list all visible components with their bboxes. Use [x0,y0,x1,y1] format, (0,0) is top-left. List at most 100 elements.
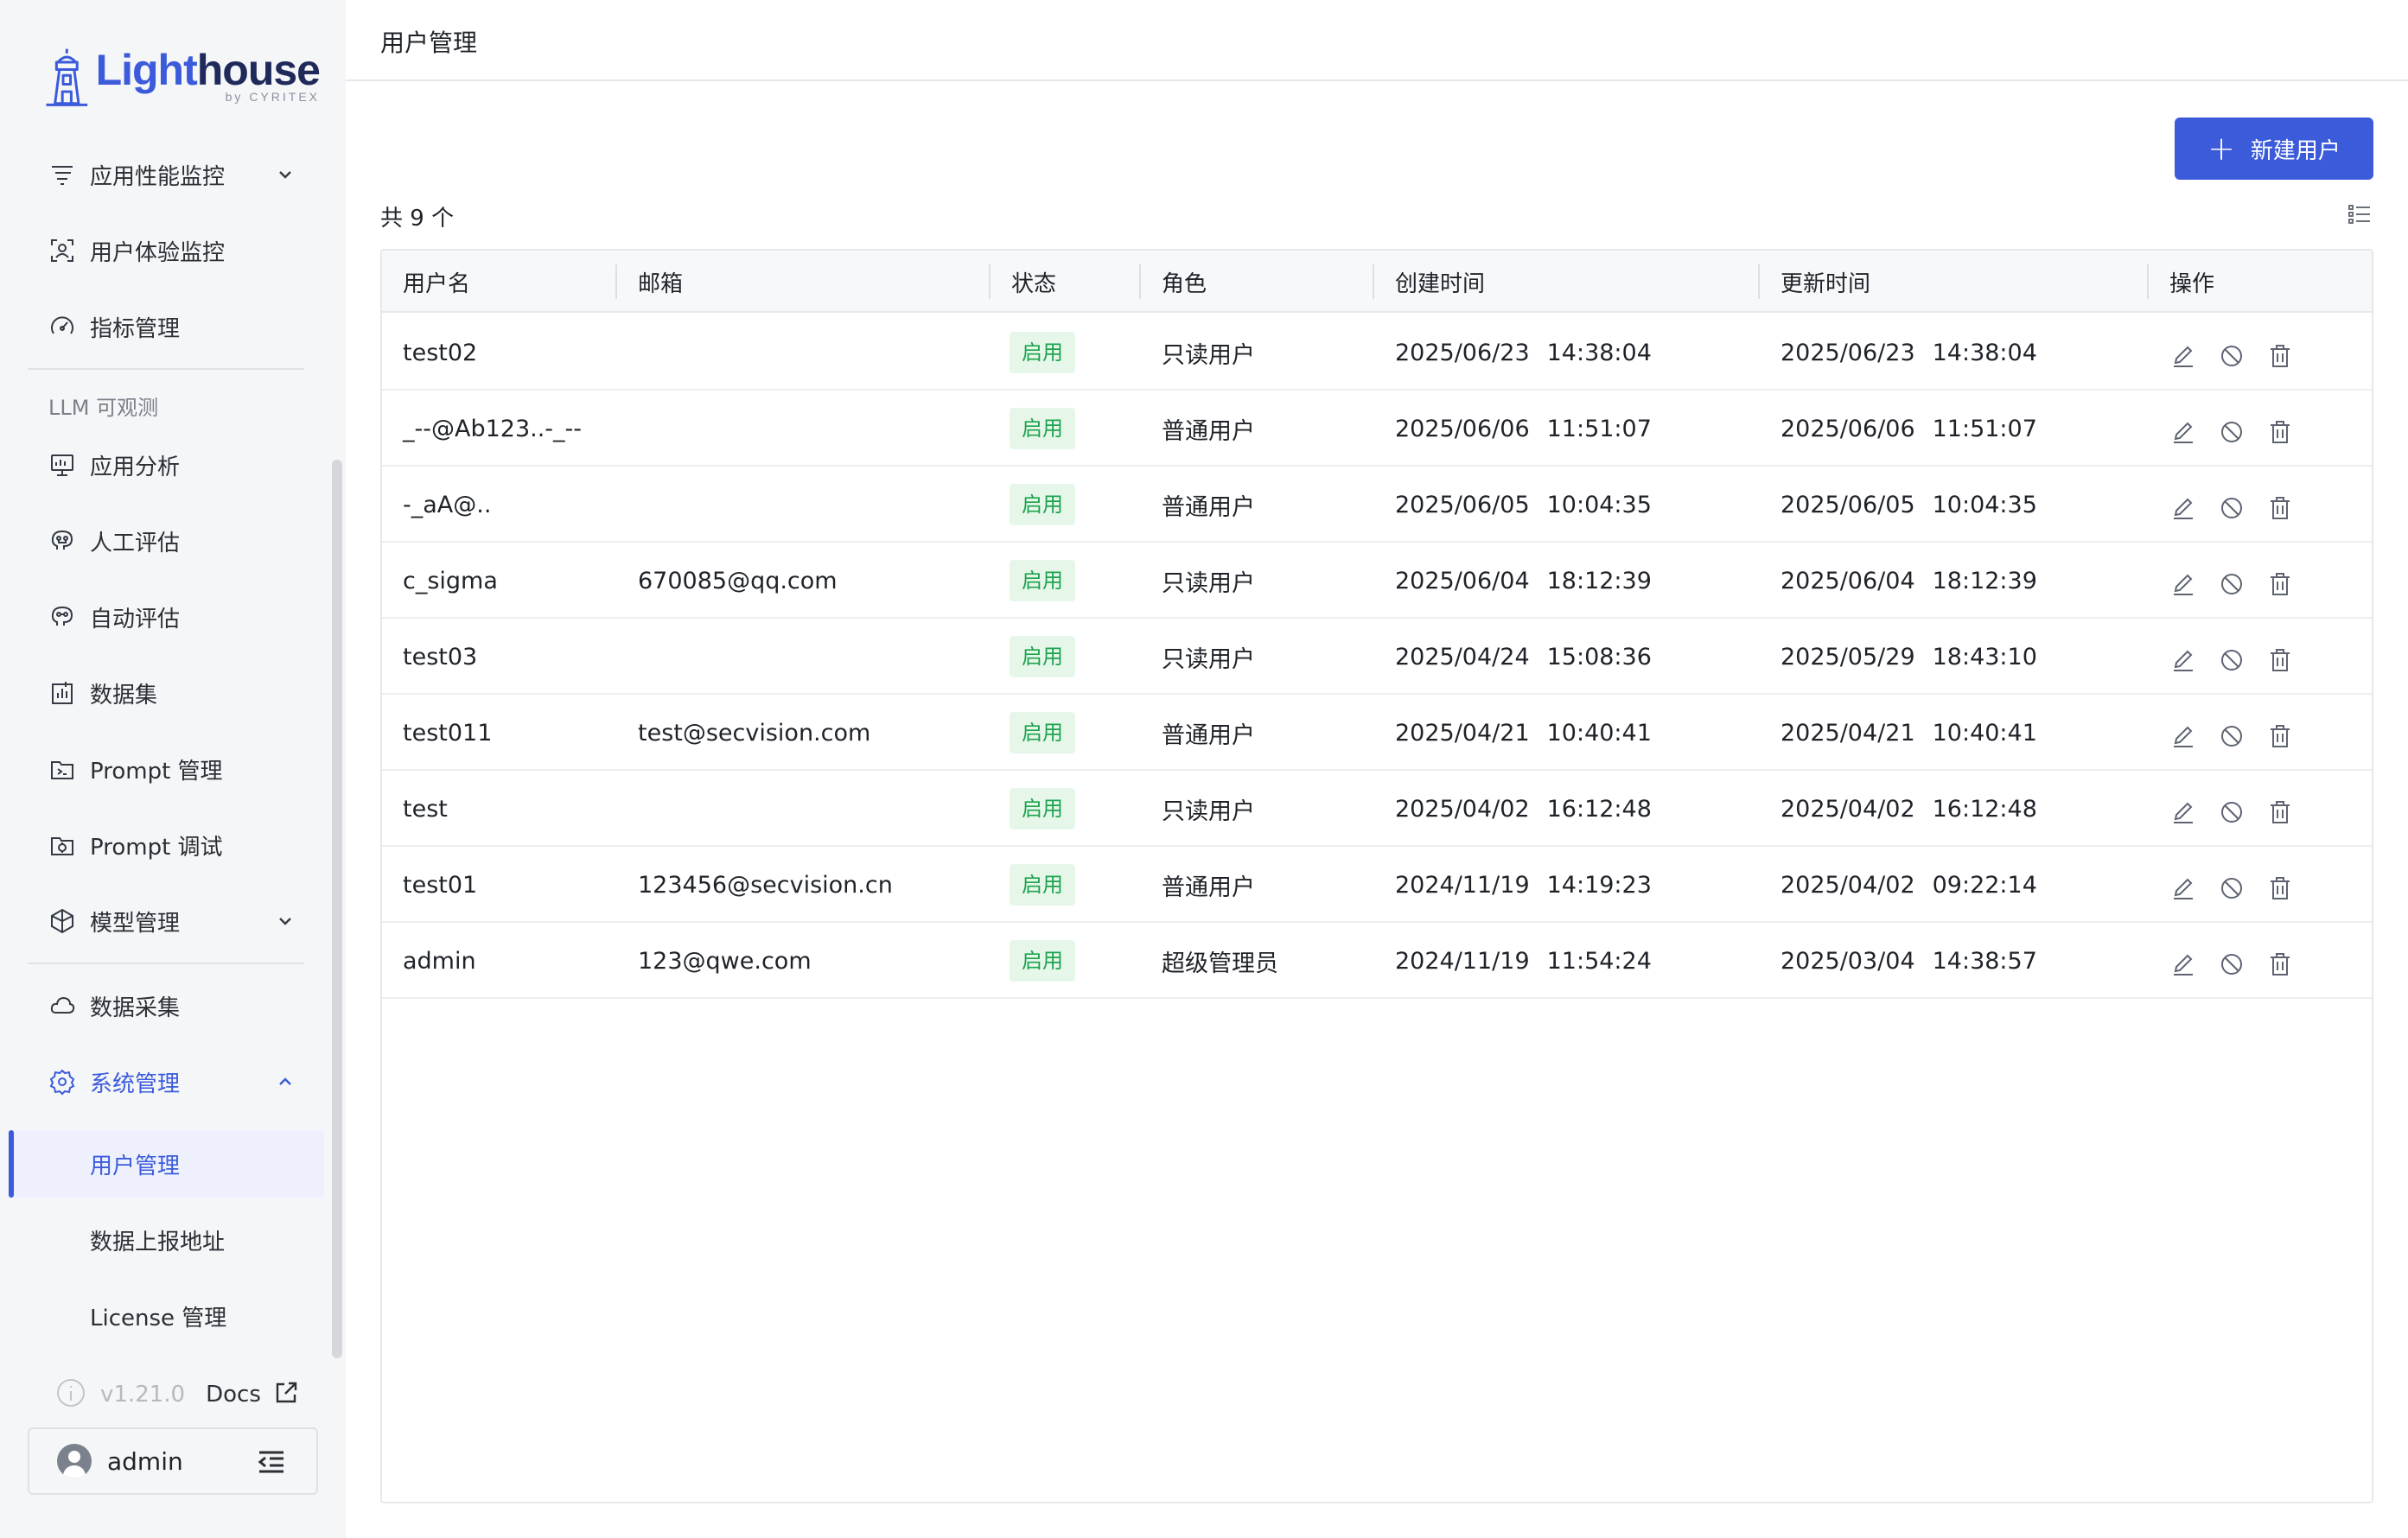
disable-icon[interactable] [2218,570,2246,598]
sidebar-item-apm[interactable]: 应用性能监控 [28,147,313,202]
column-divider [2147,264,2149,299]
column-settings-icon[interactable] [2346,200,2373,228]
sidebar-item-system-management[interactable]: 系统管理 [28,1054,313,1109]
chevron-down-icon [273,909,297,933]
trash-icon[interactable] [2266,950,2294,978]
sidebar-item-dataset[interactable]: 数据集 [28,665,313,721]
table-row: c_sigma 670085@qq.com 启用 只读用户 2025/06/04… [382,543,2372,619]
table-row: test 启用 只读用户 2025/04/02 16:12:48 2025/04… [382,771,2372,847]
column-divider [615,264,617,299]
lighthouse-logo[interactable]: Lighthouse by CYRITEX [43,40,321,114]
created-date: 2025/06/05 [1395,491,1530,518]
cell-role: 普通用户 [1162,493,1255,521]
status-badge: 启用 [1010,408,1075,449]
disable-icon[interactable] [2218,494,2246,522]
trash-icon[interactable] [2266,342,2294,370]
edit-icon[interactable] [2169,646,2197,674]
created-time: 11:54:24 [1546,947,1652,975]
cell-status: 启用 [1010,923,1075,999]
cell-actions [2169,546,2315,622]
sidebar-item-model-management[interactable]: 模型管理 [28,893,313,949]
column-header-status: 状态 [1011,270,1057,297]
edit-icon[interactable] [2169,722,2197,750]
sidebar-item-label: 应用性能监控 [90,163,226,190]
disable-icon[interactable] [2218,798,2246,826]
column-divider [1758,264,1760,299]
edit-icon[interactable] [2169,798,2197,826]
model-cube-icon [47,906,78,937]
trash-icon[interactable] [2266,874,2294,902]
sidebar-divider [28,963,304,964]
sidebar-scrollbar[interactable] [332,460,342,1358]
created-time: 11:51:07 [1546,415,1652,442]
sidebar-item-prompt-management[interactable]: Prompt 管理 [28,741,313,797]
bar-chart-icon [47,677,78,709]
cell-role: 只读用户 [1162,645,1255,673]
sidebar-subitem-user-management[interactable]: 用户管理 [9,1130,324,1198]
sidebar-item-data-collection[interactable]: 数据采集 [28,978,313,1033]
sidebar-item-label: 指标管理 [90,315,181,342]
cell-actions [2169,850,2315,926]
docs-link[interactable]: Docs [206,1382,261,1408]
created-date: 2025/06/06 [1395,415,1530,442]
status-badge: 启用 [1010,560,1075,601]
sidebar-item-prompt-debug[interactable]: Prompt 调试 [28,817,313,873]
sidebar-subitem-report-address[interactable]: 数据上报地址 [9,1206,324,1274]
chevron-up-icon [273,1070,297,1094]
created-date: 2025/04/02 [1395,795,1530,823]
monitor-icon [47,449,78,480]
trash-icon[interactable] [2266,570,2294,598]
column-header-created: 创建时间 [1395,270,1486,297]
sidebar-item-metrics[interactable]: 指标管理 [28,299,313,354]
trash-icon[interactable] [2266,494,2294,522]
updated-time: 18:12:39 [1932,567,2037,594]
sidebar-subitem-license[interactable]: License 管理 [9,1282,324,1350]
cell-created: 2024/11/19 14:19:23 [1395,847,1652,923]
column-header-actions: 操作 [2169,270,2215,297]
collapse-sidebar-icon[interactable] [256,1446,287,1481]
cell-created: 2025/04/02 16:12:48 [1395,771,1652,847]
sidebar-item-label: 人工评估 [90,530,181,556]
gear-icon [47,1066,78,1097]
disable-icon[interactable] [2218,950,2246,978]
cell-created: 2025/06/05 10:04:35 [1395,467,1652,543]
edit-icon[interactable] [2169,342,2197,370]
trash-icon[interactable] [2266,418,2294,446]
external-link-icon[interactable] [273,1380,299,1409]
created-time: 10:40:41 [1546,719,1652,747]
disable-icon[interactable] [2218,418,2246,446]
cell-username: test011 [403,719,493,747]
cell-email: 670085@qq.com [638,567,838,594]
version-row: v1.21.0 Docs [55,1374,299,1415]
updated-time: 11:51:07 [1932,415,2037,442]
disable-icon[interactable] [2218,874,2246,902]
sidebar-item-manual-eval[interactable]: 人工评估 [28,513,313,569]
lighthouse-icon [46,48,88,106]
trash-icon[interactable] [2266,722,2294,750]
created-time: 18:12:39 [1546,567,1652,594]
disable-icon[interactable] [2218,646,2246,674]
trash-icon[interactable] [2266,798,2294,826]
edit-icon[interactable] [2169,874,2197,902]
cell-updated: 2025/04/21 10:40:41 [1781,695,2037,771]
cell-updated: 2025/06/04 18:12:39 [1781,543,2037,619]
top-bar: 用户管理 [346,0,2408,81]
sidebar-item-app-analysis[interactable]: 应用分析 [28,437,313,493]
user-account-box[interactable]: admin [28,1427,318,1495]
cell-status: 启用 [1010,391,1075,467]
trash-icon[interactable] [2266,646,2294,674]
edit-icon[interactable] [2169,950,2197,978]
status-badge: 启用 [1010,484,1075,525]
cell-status: 启用 [1010,771,1075,847]
prompt-debug-icon [47,829,78,861]
sidebar-item-user-experience[interactable]: 用户体验监控 [28,223,313,278]
edit-icon[interactable] [2169,418,2197,446]
page-title: 用户管理 [380,29,478,57]
disable-icon[interactable] [2218,722,2246,750]
edit-icon[interactable] [2169,570,2197,598]
sidebar-item-auto-eval[interactable]: 自动评估 [28,589,313,645]
updated-date: 2025/06/04 [1781,567,1915,594]
new-user-button[interactable]: + 新建用户 [2175,118,2373,180]
edit-icon[interactable] [2169,494,2197,522]
disable-icon[interactable] [2218,342,2246,370]
